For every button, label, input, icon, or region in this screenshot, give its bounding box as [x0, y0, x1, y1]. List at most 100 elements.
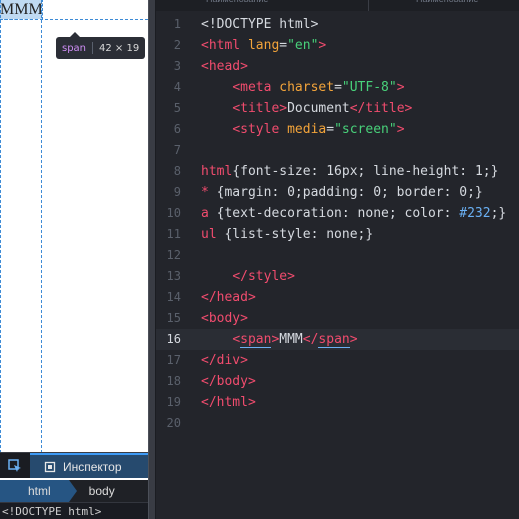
line-number: 1 — [173, 17, 181, 31]
tab-divider — [368, 0, 369, 11]
code-line[interactable]: 19 </html> — [156, 392, 519, 413]
code-text: <meta charset="UTF-8"> — [201, 77, 405, 98]
inspector-icon — [44, 461, 56, 472]
code-line[interactable]: 6 <style media="screen"> — [156, 119, 519, 140]
tooltip-dimensions: 42 × 19 — [99, 42, 140, 54]
code-line[interactable]: 8 html{font-size: 16px; line-height: 1;} — [156, 161, 519, 182]
code-line[interactable]: 20 — [156, 413, 519, 434]
code-token: span — [240, 332, 272, 348]
tooltip-tag-name: span — [62, 42, 87, 54]
code-token: </ — [302, 332, 319, 347]
code-line[interactable]: 2 <html lang="en"> — [156, 35, 519, 56]
code-line[interactable]: 9 * {margin: 0;padding: 0; border: 0;} — [156, 182, 519, 203]
code-text: <title>Document</title> — [201, 98, 412, 119]
code-token: lang — [240, 38, 280, 53]
code-text: </head> — [201, 287, 256, 308]
code-token: Document — [287, 101, 350, 116]
code-text: <style media="screen"> — [201, 119, 404, 140]
code-token: {margin: 0;padding: 0; border: 0;} — [208, 185, 483, 200]
code-token: </style> — [232, 269, 295, 284]
breadcrumb: html body — [0, 480, 148, 502]
code-line[interactable]: 12 — [156, 245, 519, 266]
browser-pane: MMM span 42 × 19 Инспектор html body <!D… — [0, 0, 148, 519]
code-token: ul — [201, 227, 217, 242]
code-token: > — [318, 38, 327, 53]
code-text: * {margin: 0;padding: 0; border: 0;} — [201, 182, 483, 203]
code-token: MMM — [279, 332, 303, 347]
code-token: #232 — [459, 206, 491, 221]
breadcrumb-body[interactable]: body — [69, 480, 130, 502]
code-line[interactable]: 15 <body> — [156, 308, 519, 329]
guide-line-left — [0, 0, 1, 453]
code-token: <html — [201, 38, 241, 53]
code-text: </body> — [201, 371, 256, 392]
code-token: <meta — [232, 80, 272, 95]
element-size-tooltip: span 42 × 19 — [56, 32, 146, 59]
code-line[interactable]: 18 </body> — [156, 371, 519, 392]
breadcrumb-html[interactable]: html — [0, 480, 77, 502]
editor-tab-strip: Наименование Наименование — [156, 0, 519, 11]
line-number: 3 — [173, 59, 181, 73]
markup-view-line[interactable]: <!DOCTYPE html> — [0, 502, 148, 519]
code-text: </html> — [201, 392, 256, 413]
code-token: "UTF-8" — [341, 80, 397, 95]
code-line[interactable]: 1 <!DOCTYPE html> — [156, 14, 519, 35]
code-text: <span>MMM</span> — [201, 329, 358, 350]
code-token: </body> — [201, 374, 256, 389]
code-token: < — [232, 332, 241, 347]
editor-tab-2[interactable]: Наименование — [416, 0, 478, 11]
line-number: 5 — [173, 101, 181, 115]
line-number: 12 — [166, 248, 181, 262]
code-line[interactable]: 14 </head> — [156, 287, 519, 308]
line-number: 9 — [173, 185, 181, 199]
code-token: = — [279, 38, 288, 53]
line-number: 20 — [166, 416, 181, 430]
element-picker-button[interactable] — [0, 453, 30, 478]
code-token: </title> — [349, 101, 413, 116]
code-token: a — [201, 206, 209, 221]
code-text: ul {list-style: none;} — [201, 224, 373, 245]
guide-line-right — [41, 0, 42, 453]
code-line[interactable]: 5 <title>Document</title> — [156, 98, 519, 119]
editor-tab-1[interactable]: Наименование — [206, 0, 268, 11]
code-line[interactable]: 17 </div> — [156, 350, 519, 371]
code-token: {text-decoration: none; color: — [208, 206, 460, 221]
code-token: "en" — [287, 38, 319, 53]
code-token: html — [201, 164, 233, 179]
code-line[interactable]: 7 — [156, 140, 519, 161]
code-text: a {text-decoration: none; color: #232;} — [201, 203, 506, 224]
tooltip-separator — [92, 42, 94, 54]
code-token: <style — [232, 122, 280, 137]
code-token: charset — [271, 80, 335, 95]
line-number: 6 — [173, 122, 181, 136]
code-line[interactable]: 10 a {text-decoration: none; color: #232;… — [156, 203, 519, 224]
line-number: 16 — [166, 332, 181, 346]
code-text: <head> — [201, 56, 248, 77]
line-number: 4 — [173, 80, 181, 94]
code-line[interactable]: 13 </style> — [156, 266, 519, 287]
code-text: <!DOCTYPE html> — [201, 14, 318, 35]
code-token: > — [349, 332, 358, 347]
highlighted-span-element[interactable]: MMM — [0, 0, 43, 20]
code-line[interactable]: 3 <head> — [156, 56, 519, 77]
code-line[interactable]: 16 <span>MMM</span> — [156, 329, 519, 350]
code-line[interactable]: 11 ul {list-style: none;} — [156, 224, 519, 245]
code-token: media — [279, 122, 327, 137]
code-line[interactable]: 4 <meta charset="UTF-8"> — [156, 77, 519, 98]
code-text: <html lang="en"> — [201, 35, 326, 56]
code-text: html{font-size: 16px; line-height: 1;} — [201, 161, 498, 182]
code-token: {list-style: none;} — [216, 227, 374, 242]
line-number: 8 — [173, 164, 181, 178]
code-token: </html> — [201, 395, 256, 410]
code-text: </div> — [201, 350, 248, 371]
code-editor[interactable]: Наименование Наименование 1 <!DOCTYPE htm… — [156, 0, 519, 519]
tab-inspector[interactable]: Инспектор — [30, 453, 148, 478]
pane-splitter[interactable] — [148, 0, 156, 519]
line-number: 15 — [166, 311, 181, 325]
code-token: > — [396, 80, 405, 95]
code-token: </head> — [201, 290, 256, 305]
code-token: <head> — [201, 59, 248, 74]
